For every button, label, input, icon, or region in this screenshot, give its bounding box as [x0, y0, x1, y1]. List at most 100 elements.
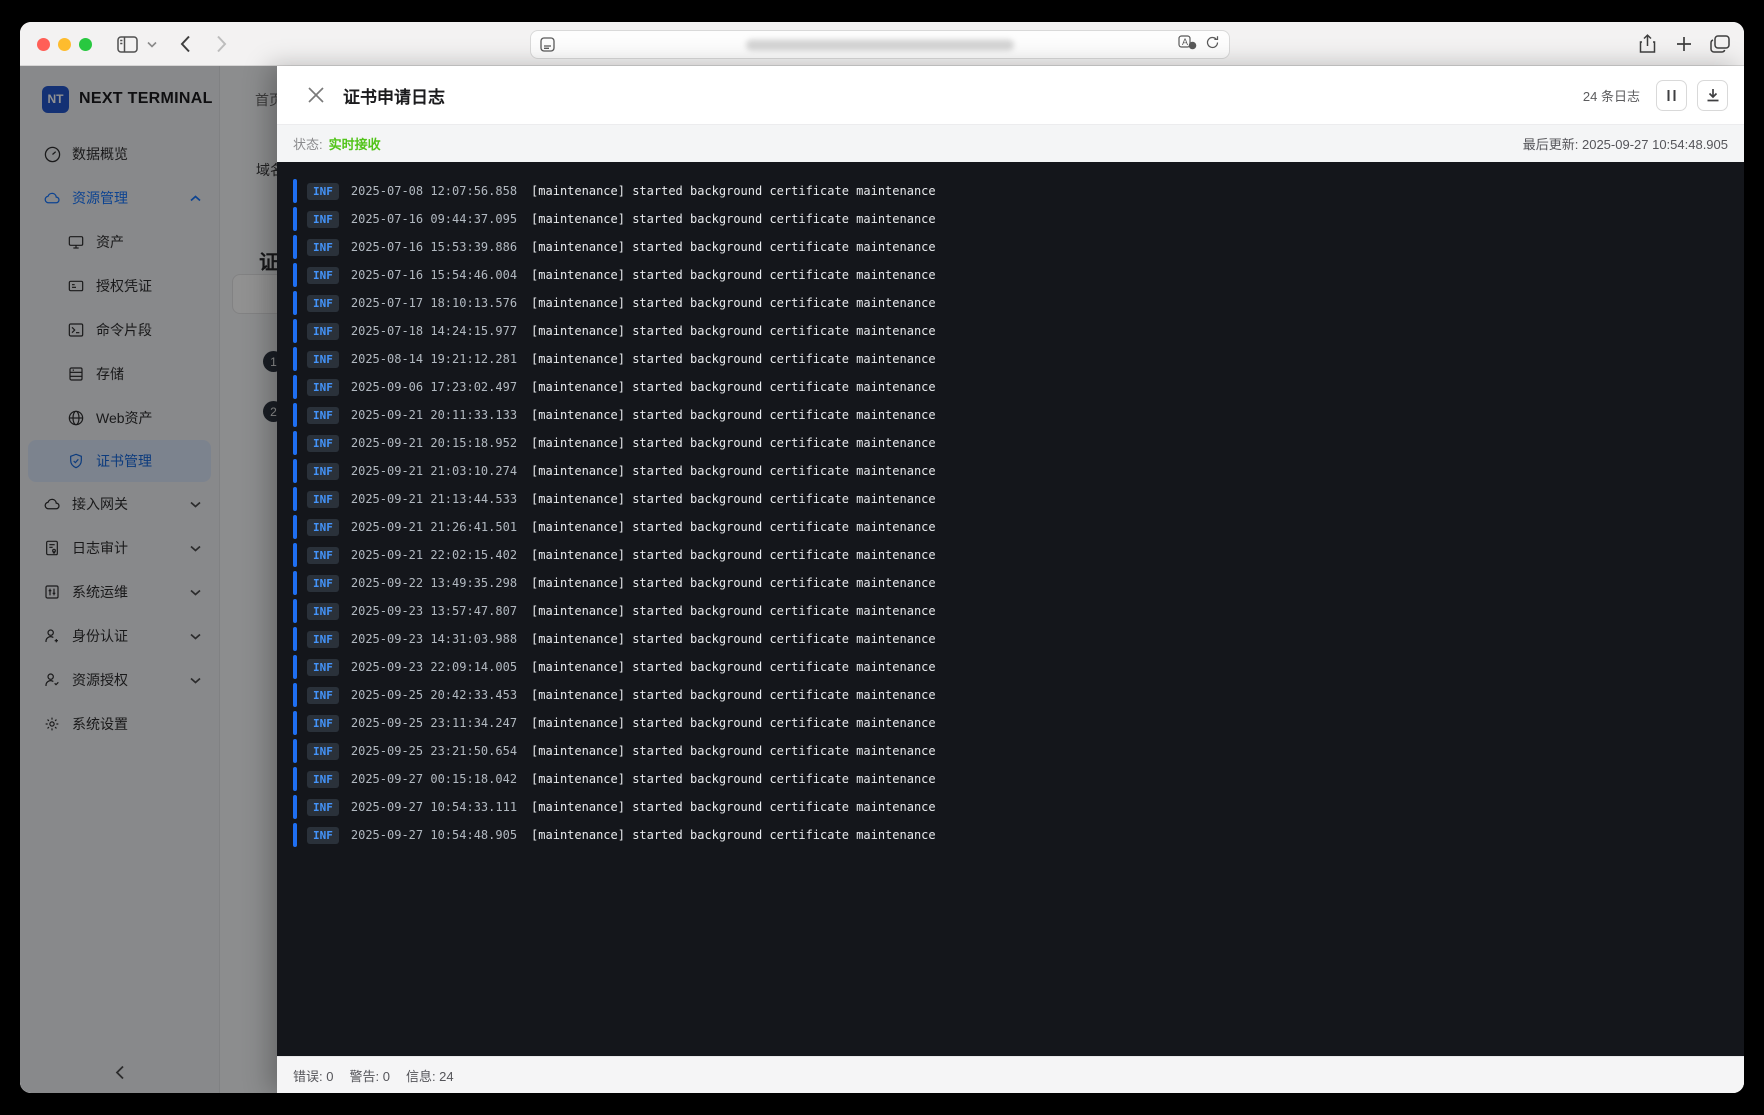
- log-timestamp: 2025-09-27 00:15:18.042: [351, 772, 517, 786]
- reader-icon[interactable]: [540, 37, 555, 52]
- log-timestamp: 2025-09-21 22:02:15.402: [351, 548, 517, 562]
- log-level-badge: INF: [307, 183, 339, 200]
- log-level-stripe: [293, 515, 297, 539]
- minimize-window-button[interactable]: [58, 38, 71, 51]
- log-message: [maintenance] started background certifi…: [531, 464, 936, 478]
- log-row: INF2025-07-16 15:54:46.004[maintenance] …: [277, 261, 1744, 289]
- log-level-stripe: [293, 711, 297, 735]
- log-timestamp: 2025-07-16 15:53:39.886: [351, 240, 517, 254]
- log-level-stripe: [293, 375, 297, 399]
- log-row: INF2025-09-21 21:13:44.533[maintenance] …: [277, 485, 1744, 513]
- log-timestamp: 2025-09-21 21:03:10.274: [351, 464, 517, 478]
- back-icon[interactable]: [180, 22, 191, 66]
- blurred-url: [746, 39, 1014, 50]
- log-level-badge: INF: [307, 239, 339, 256]
- browser-toolbar: A: [20, 22, 1744, 66]
- sidebar-toggle-icon[interactable]: [117, 22, 138, 66]
- log-timestamp: 2025-07-17 18:10:13.576: [351, 296, 517, 310]
- log-row: INF2025-07-17 18:10:13.576[maintenance] …: [277, 289, 1744, 317]
- log-list[interactable]: INF 2025-07-08 12:07:56.858 [maintenance] …: [277, 162, 1744, 1056]
- log-level-badge: INF: [307, 659, 339, 676]
- log-level-badge: INF: [307, 771, 339, 788]
- tab-overview-icon[interactable]: [1710, 22, 1730, 66]
- close-window-button[interactable]: [37, 38, 50, 51]
- log-level-badge: INF: [307, 799, 339, 816]
- log-row: INF2025-09-27 10:54:48.905[maintenance] …: [277, 821, 1744, 849]
- log-message: [maintenance] started background certifi…: [531, 520, 936, 534]
- log-level-stripe: [293, 739, 297, 763]
- log-row: INF2025-07-16 09:44:37.095[maintenance] …: [277, 205, 1744, 233]
- log-level-stripe: [293, 767, 297, 791]
- log-level-stripe: [293, 179, 297, 203]
- log-row: INF2025-09-23 22:09:14.005[maintenance] …: [277, 653, 1744, 681]
- log-message: [maintenance] started background certifi…: [531, 492, 936, 506]
- log-level-badge: INF: [307, 323, 339, 340]
- log-row: INF 2025-09-27 10:54:33.111 [maintenance] …: [277, 793, 1744, 821]
- translate-icon[interactable]: A: [1178, 35, 1197, 55]
- log-message: [maintenance] started background certifi…: [531, 660, 936, 674]
- zoom-window-button[interactable]: [79, 38, 92, 51]
- new-tab-icon[interactable]: [1676, 22, 1692, 66]
- status-value: 实时接收: [329, 134, 381, 153]
- log-level-stripe: [293, 319, 297, 343]
- log-level-stripe: [293, 403, 297, 427]
- log-level-badge: INF: [307, 743, 339, 760]
- address-bar[interactable]: A: [530, 30, 1230, 59]
- log-level-badge: INF: [307, 547, 339, 564]
- log-timestamp: 2025-09-25 23:21:50.654: [351, 744, 517, 758]
- drawer-status-bar: 状态: 实时接收 最后更新: 2025-09-27 10:54:48.905: [277, 124, 1744, 162]
- status-label: 状态:: [293, 134, 323, 153]
- log-level-stripe: [293, 263, 297, 287]
- log-message: [maintenance] started background certifi…: [531, 716, 936, 730]
- log-timestamp: 2025-07-08 12:07:56.858: [351, 184, 517, 198]
- log-row: INF 2025-09-27 00:15:18.042 [maintenance] …: [277, 765, 1744, 793]
- log-level-stripe: [293, 683, 297, 707]
- log-message: [maintenance] started background certifi…: [531, 632, 936, 646]
- browser-window: A: [20, 22, 1744, 1093]
- log-level-badge: INF: [307, 379, 339, 396]
- log-row: INF 2025-09-21 21:26:41.501 [maintenance] …: [277, 513, 1744, 541]
- app-area: NT NEXT TERMINAL 数据概览 资源管: [20, 66, 1744, 1093]
- close-icon[interactable]: [307, 86, 325, 104]
- log-row: INF2025-09-25 20:42:33.453[maintenance] …: [277, 681, 1744, 709]
- log-timestamp: 2025-09-27 10:54:33.111: [351, 800, 517, 814]
- log-message: [maintenance] started background certifi…: [531, 688, 936, 702]
- svg-text:A: A: [1182, 37, 1188, 47]
- log-row: INF2025-09-22 13:49:35.298[maintenance] …: [277, 569, 1744, 597]
- log-message: [maintenance] started background certifi…: [531, 800, 936, 814]
- warnings-count: 警告: 0: [349, 1066, 389, 1085]
- drawer-header: 证书申请日志 24 条日志: [277, 66, 1744, 124]
- download-button[interactable]: [1697, 80, 1728, 111]
- share-icon[interactable]: [1639, 22, 1656, 66]
- log-timestamp: 2025-07-18 14:24:15.977: [351, 324, 517, 338]
- log-timestamp: 2025-09-21 20:15:18.952: [351, 436, 517, 450]
- log-level-badge: INF: [307, 491, 339, 508]
- log-level-badge: INF: [307, 603, 339, 620]
- log-level-badge: INF: [307, 519, 339, 536]
- log-level-stripe: [293, 487, 297, 511]
- log-timestamp: 2025-09-21 21:26:41.501: [351, 520, 517, 534]
- drawer-title: 证书申请日志: [343, 83, 445, 108]
- log-level-badge: INF: [307, 435, 339, 452]
- log-level-stripe: [293, 235, 297, 259]
- log-timestamp: 2025-09-22 13:49:35.298: [351, 576, 517, 590]
- log-message: [maintenance] started background certifi…: [531, 828, 936, 842]
- log-level-badge: INF: [307, 211, 339, 228]
- pause-button[interactable]: [1656, 80, 1687, 111]
- chevron-down-icon[interactable]: [147, 22, 157, 66]
- log-level-stripe: [293, 207, 297, 231]
- drawer-footer: 错误: 0 警告: 0 信息: 24: [277, 1056, 1744, 1093]
- window-controls: [37, 38, 92, 51]
- log-message: [maintenance] started background certifi…: [531, 772, 936, 786]
- log-message: [maintenance] started background certifi…: [531, 548, 936, 562]
- log-level-stripe: [293, 459, 297, 483]
- log-level-badge: INF: [307, 827, 339, 844]
- log-row: INF2025-07-18 14:24:15.977[maintenance] …: [277, 317, 1744, 345]
- forward-icon[interactable]: [216, 22, 227, 66]
- log-level-badge: INF: [307, 463, 339, 480]
- log-level-badge: INF: [307, 687, 339, 704]
- reload-icon[interactable]: [1205, 35, 1220, 55]
- log-level-badge: INF: [307, 575, 339, 592]
- log-row: INF 2025-09-21 22:02:15.402 [maintenance] …: [277, 541, 1744, 569]
- log-level-stripe: [293, 627, 297, 651]
